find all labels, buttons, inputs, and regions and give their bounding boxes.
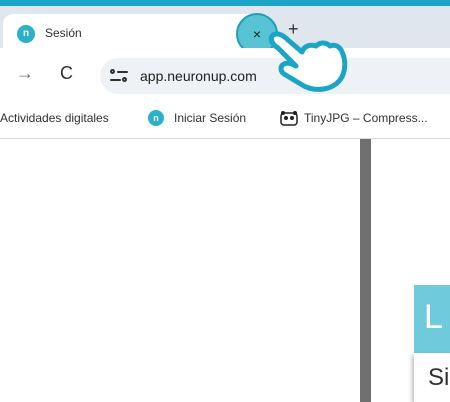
vertical-divider [360, 139, 371, 402]
login-card-body: Si [414, 353, 450, 402]
close-icon: × [252, 26, 262, 42]
pointer-hand-icon [268, 31, 348, 92]
panda-icon [280, 111, 298, 126]
bookmark-iniciar-sesion[interactable]: Iniciar Sesión [174, 111, 246, 125]
neuronup-favicon-icon: n [17, 25, 35, 43]
browser-toolbar: → C app.neuronup.com [0, 48, 450, 100]
site-settings-icon[interactable] [110, 68, 128, 84]
neuronup-favicon-icon: n [148, 110, 164, 126]
page-content-left [0, 139, 360, 402]
login-card-header: L [414, 285, 450, 353]
login-card-text: Si [428, 364, 450, 391]
bookmark-tinyjpg[interactable]: TinyJPG – Compress... [304, 111, 428, 125]
login-card-title: L [424, 298, 443, 336]
tab-title: Sesión [45, 26, 82, 40]
tab-strip: n Sesión × + [0, 6, 450, 55]
reload-button[interactable]: C [60, 63, 73, 84]
bookmark-actividades-digitales[interactable]: Actividades digitales [0, 111, 109, 125]
forward-button[interactable]: → [16, 63, 34, 84]
url-text: app.neuronup.com [140, 68, 257, 84]
bookmarks-bar: Actividades digitales n Iniciar Sesión T… [0, 100, 450, 139]
